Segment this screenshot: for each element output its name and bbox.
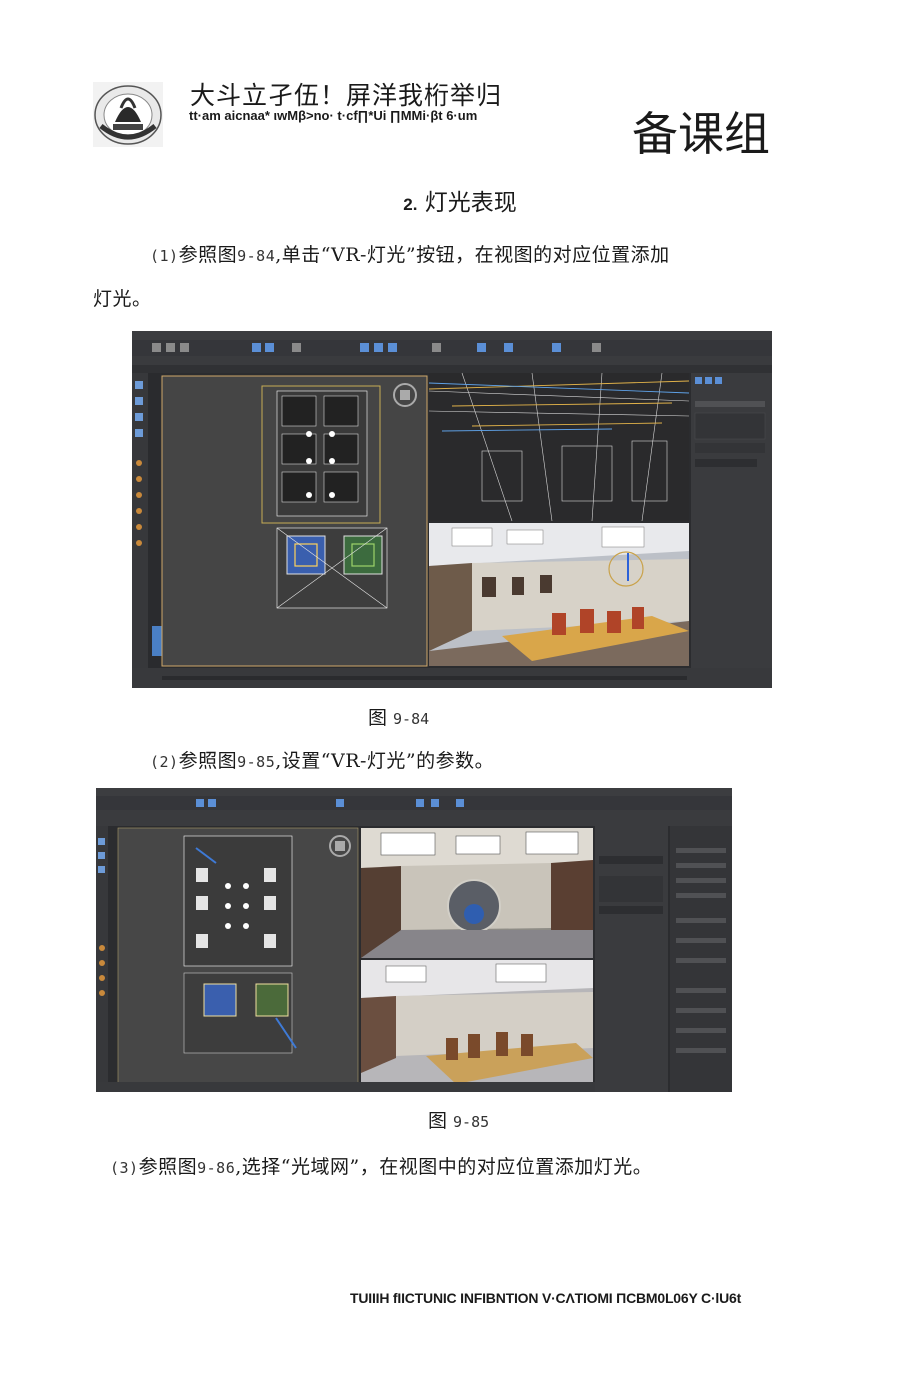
step-1-text-b: ,单击“VR-灯光”按钮，在视图的对应位置添加: [275, 244, 670, 266]
section-number: 2.: [403, 195, 418, 214]
figure-9-84-label: 图: [368, 707, 388, 729]
section-title: 2. 灯光表现: [0, 183, 920, 217]
school-emblem-icon: [93, 82, 163, 147]
step-1-figure-ref: 9-84: [237, 247, 276, 265]
figure-9-84-screenshot: [132, 331, 772, 688]
figure-9-85-number: 9-85: [453, 1113, 490, 1131]
figure-9-84-number: 9-84: [393, 710, 430, 728]
school-name-cn: 大斗立孑伍！屏洋我桁举归: [190, 81, 503, 110]
step-3-figure-ref: 9-86: [197, 1159, 236, 1177]
figure-9-85-label: 图: [428, 1110, 448, 1132]
step-1-text-a: 参照图: [178, 244, 238, 266]
school-name-en: tt·am aicnaa* ιwMβ>no· t·cf∏*Ui ∏MMi·βt …: [189, 108, 478, 123]
step-2-paragraph: (2)参照图9-85,设置“VR-灯光”的参数。: [150, 746, 494, 773]
figure-9-85-screenshot: [96, 788, 732, 1092]
group-name: 备课组: [632, 107, 770, 161]
step-3-text-b: ,选择“光域网”，在视图中的对应位置添加灯光。: [235, 1156, 653, 1178]
step-1-continuation: 灯光。: [93, 288, 152, 310]
section-title-text: 灯光表现: [424, 190, 517, 216]
step-3-paragraph: (3)参照图9-86,选择“光域网”，在视图中的对应位置添加灯光。: [110, 1152, 652, 1179]
step-3-number: (3): [110, 1159, 139, 1177]
figure-9-85-caption: 图 9-85: [428, 1106, 489, 1133]
step-2-text-a: 参照图: [178, 750, 238, 772]
figure-9-84-caption: 图 9-84: [368, 703, 429, 730]
step-1-number: (1): [150, 247, 179, 265]
step-2-text-b: ,设置“VR-灯光”的参数。: [275, 750, 495, 772]
step-1-paragraph: (1)参照图9-84,单击“VR-灯光”按钮，在视图的对应位置添加: [150, 240, 670, 267]
step-2-number: (2): [150, 753, 179, 771]
step-3-text-a: 参照图: [138, 1156, 198, 1178]
step-2-figure-ref: 9-85: [237, 753, 276, 771]
footer-text: TUIIIH fIICTUNIC INFIBNTION V·CΛTIOMI ΠC…: [350, 1290, 742, 1306]
